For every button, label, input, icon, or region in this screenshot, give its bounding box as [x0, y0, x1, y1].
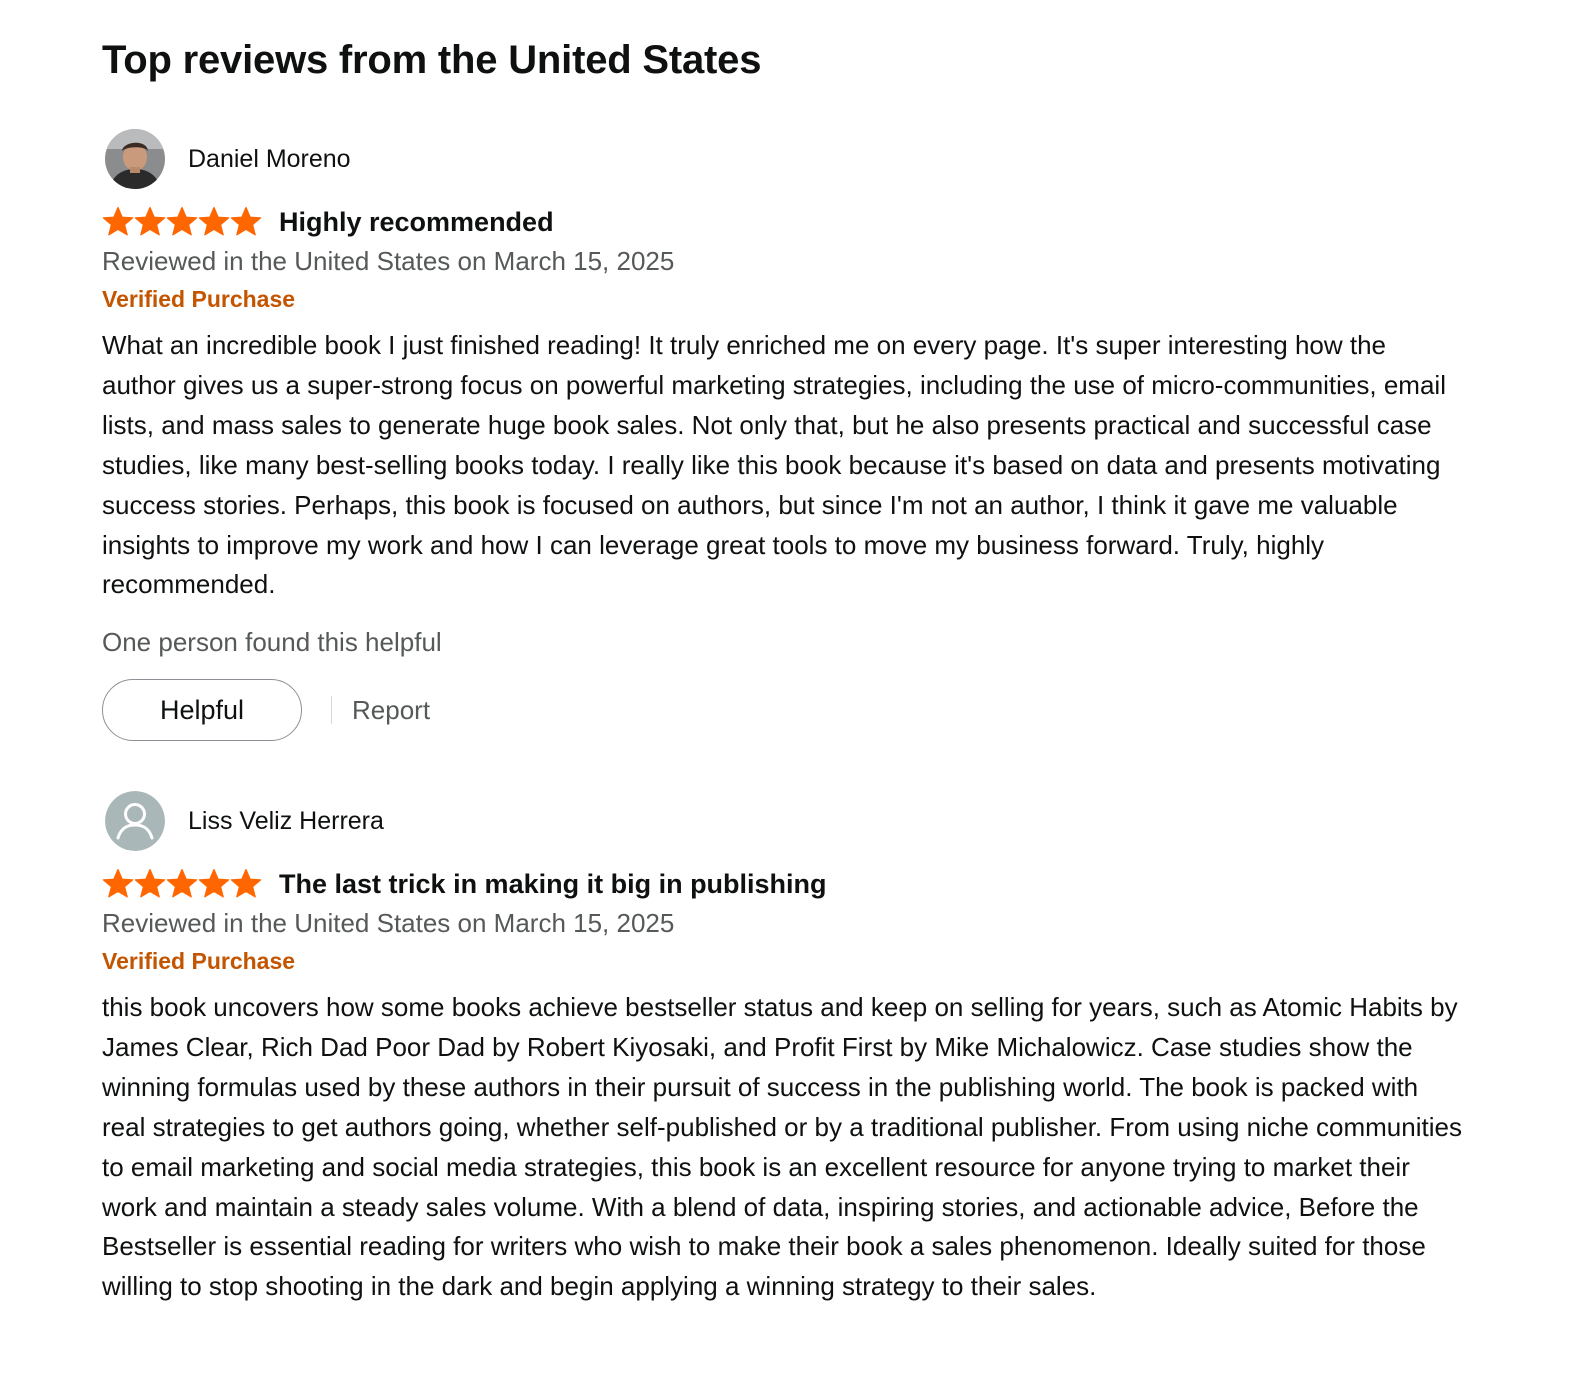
- rating-row: Highly recommended: [102, 204, 1462, 240]
- review-date: Reviewed in the United States on March 1…: [102, 908, 675, 938]
- review-card: Daniel Moreno Highly recommended Reviewe…: [102, 128, 1462, 742]
- reviewer-name[interactable]: Daniel Moreno: [188, 144, 351, 174]
- default-user-icon: [105, 791, 165, 851]
- report-link[interactable]: Report: [352, 693, 430, 727]
- reviewer-profile[interactable]: Daniel Moreno: [102, 128, 1462, 190]
- reviewer-profile[interactable]: Liss Veliz Herrera: [102, 790, 1462, 852]
- review-actions: Helpful Report: [102, 679, 1462, 742]
- review-body: this book uncovers how some books achiev…: [102, 992, 1462, 1302]
- review-date: Reviewed in the United States on March 1…: [102, 246, 675, 276]
- star-icon: [102, 206, 134, 238]
- verified-purchase-badge[interactable]: Verified Purchase: [102, 285, 1462, 313]
- review-title[interactable]: The last trick in making it big in publi…: [279, 868, 827, 900]
- action-divider: [331, 696, 332, 725]
- star-icon: [134, 868, 166, 900]
- star-icon: [198, 206, 230, 238]
- avatar[interactable]: [105, 129, 165, 189]
- star-rating[interactable]: [102, 868, 262, 900]
- verified-purchase-badge[interactable]: Verified Purchase: [102, 947, 1462, 975]
- helpful-count: One person found this helpful: [102, 627, 442, 658]
- star-icon: [166, 868, 198, 900]
- rating-row: The last trick in making it big in publi…: [102, 866, 1462, 902]
- reviews-page: Top reviews from the United States Danie…: [0, 0, 1572, 1378]
- star-icon: [198, 868, 230, 900]
- review-title[interactable]: Highly recommended: [279, 206, 554, 238]
- star-icon: [166, 206, 198, 238]
- section-title: Top reviews from the United States: [102, 38, 762, 82]
- star-icon: [230, 868, 262, 900]
- profile-photo-icon: [105, 129, 165, 189]
- review-card: Liss Veliz Herrera The last trick in mak…: [102, 790, 1462, 1307]
- star-icon: [102, 868, 134, 900]
- reviewer-name[interactable]: Liss Veliz Herrera: [188, 806, 384, 836]
- star-icon: [134, 206, 166, 238]
- avatar[interactable]: [105, 791, 165, 851]
- star-rating[interactable]: [102, 206, 262, 238]
- helpful-button[interactable]: Helpful: [102, 679, 302, 742]
- review-body: What an incredible book I just finished …: [102, 330, 1446, 600]
- star-icon: [230, 206, 262, 238]
